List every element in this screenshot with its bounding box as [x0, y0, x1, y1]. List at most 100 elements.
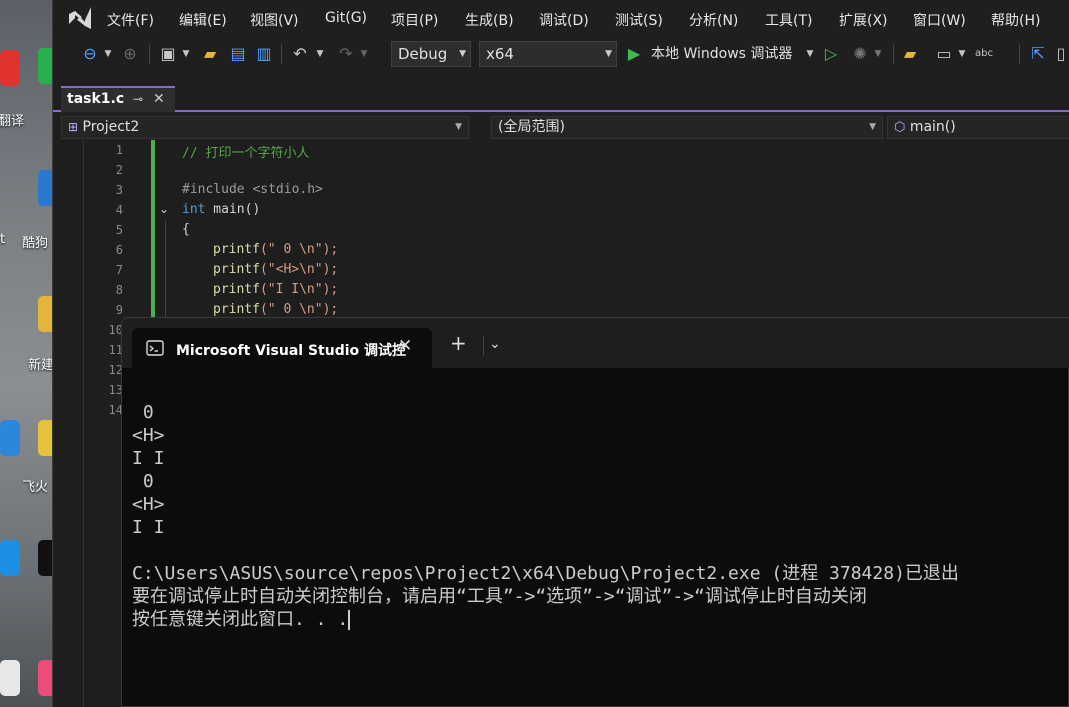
console-line: 0 — [132, 471, 154, 492]
line-number: 10 — [108, 323, 123, 337]
app-icon[interactable] — [0, 660, 20, 696]
chevron-down-icon: ▼ — [605, 49, 612, 59]
terminal-icon — [146, 340, 164, 356]
navigation-bar: ⊞ Project2 ▼ (全局范围) ▼ ⬡ main() — [61, 116, 1069, 140]
debug-console-window: Microsoft Visual Studio 调试控 ✕ + ⌄ 0 <H> … — [121, 317, 1069, 707]
menu-window[interactable]: 窗口(W) — [913, 10, 966, 30]
configuration-select[interactable]: Debug ▼ — [391, 41, 471, 67]
hot-reload-icon[interactable]: ✺ — [849, 43, 871, 65]
save-all-icon[interactable]: ▥ — [253, 43, 275, 65]
start-debugging-icon[interactable]: ▶ — [625, 43, 643, 65]
menu-analyze[interactable]: 分析(N) — [689, 10, 738, 30]
line-number: 1 — [115, 143, 123, 157]
more-icon[interactable]: ▯ — [1053, 43, 1069, 65]
line-number: 12 — [108, 363, 123, 377]
code-line-printf: printf(" 0 \n"); — [213, 242, 338, 257]
console-line: 0 — [132, 402, 154, 423]
menu-git[interactable]: Git(G) — [325, 10, 367, 26]
console-title: Microsoft Visual Studio 调试控 — [176, 343, 407, 359]
desktop-strip: 翻译 t 酷狗 新建 飞火 — [0, 0, 58, 707]
undo-icon[interactable]: ↶ — [289, 43, 311, 65]
line-number: 5 — [115, 223, 123, 237]
menu-debug[interactable]: 调试(D) — [539, 10, 589, 30]
chevron-down-icon[interactable]: ▼ — [359, 43, 369, 65]
new-tab-icon[interactable]: + — [450, 333, 467, 353]
toolbar: ⊖ ▼ ⊕ ▣ ▼ ▰ ▤ ▥ ↶ ▼ ↷ ▼ Debug ▼ x64 ▼ ▶ … — [53, 38, 1069, 70]
app-icon[interactable] — [0, 50, 20, 86]
folder-search-icon[interactable]: ▰ — [899, 43, 921, 65]
spell-check-icon[interactable]: abc — [973, 43, 995, 65]
back-icon[interactable]: ⊖ — [79, 43, 101, 65]
line-number: 13 — [108, 383, 123, 397]
close-icon[interactable]: ✕ — [398, 336, 412, 356]
pin-icon[interactable]: ⊸ — [133, 88, 143, 110]
chevron-down-icon[interactable]: ▼ — [873, 43, 883, 65]
menu-help[interactable]: 帮助(H) — [991, 10, 1040, 30]
code-line-printf: printf("I I\n"); — [213, 282, 338, 297]
open-folder-icon[interactable]: ▰ — [199, 43, 221, 65]
pointer-icon[interactable]: ⇱ — [1027, 43, 1049, 65]
app-icon[interactable] — [0, 540, 20, 576]
chevron-down-icon[interactable]: ▼ — [957, 43, 967, 65]
member-dropdown[interactable]: ⬡ main() — [887, 116, 1069, 139]
document-tab-strip: task1.c ⊸ ✕ — [53, 86, 1069, 112]
toolbar-separator — [281, 44, 282, 64]
chevron-down-icon[interactable]: ▼ — [103, 43, 113, 65]
code-function: printf — [213, 262, 260, 277]
code-string: ("<H>\n"); — [259, 262, 339, 277]
menu-test[interactable]: 测试(S) — [615, 10, 663, 30]
save-icon[interactable]: ▤ — [227, 43, 249, 65]
console-output[interactable]: 0 <H> I I 0 <H> I I C:\Users\ASUS\source… — [132, 378, 959, 631]
platform-value: x64 — [486, 45, 514, 63]
menu-project[interactable]: 项目(P) — [391, 10, 438, 30]
console-line: <H> — [132, 425, 165, 446]
chevron-down-icon[interactable]: ▼ — [805, 43, 815, 65]
start-debugging-button[interactable]: 本地 Windows 调试器 — [651, 43, 807, 65]
project-icon: ⊞ — [68, 120, 79, 134]
line-number: 4 — [115, 203, 123, 217]
chevron-down-icon: ▼ — [459, 49, 466, 59]
menu-build[interactable]: 生成(B) — [465, 10, 514, 30]
code-comment: // 打印一个字符小人 — [182, 146, 310, 161]
platform-select[interactable]: x64 ▼ — [479, 41, 617, 67]
line-number: 9 — [115, 303, 123, 317]
console-line: <H> — [132, 494, 165, 515]
console-tab[interactable]: Microsoft Visual Studio 调试控 ✕ — [132, 328, 432, 368]
console-tab-bar: Microsoft Visual Studio 调试控 ✕ + ⌄ — [122, 318, 1069, 368]
menu-view[interactable]: 视图(V) — [250, 10, 299, 30]
code-line-printf: printf("<H>\n"); — [213, 262, 338, 277]
start-without-debugging-icon[interactable]: ▷ — [821, 43, 841, 65]
member-value: main() — [909, 119, 956, 135]
layout-icon[interactable]: ▭ — [933, 43, 955, 65]
menu-file[interactable]: 文件(F) — [107, 10, 154, 30]
line-number: 11 — [108, 343, 123, 357]
toolbar-separator — [1019, 44, 1020, 64]
chevron-down-icon[interactable]: ▼ — [181, 43, 191, 65]
desktop-label: 酷狗 — [22, 236, 49, 251]
forward-icon[interactable]: ⊕ — [119, 43, 141, 65]
collapse-chevron-icon[interactable]: ⌄ — [159, 202, 169, 216]
close-icon[interactable]: ✕ — [153, 88, 165, 110]
menu-tools[interactable]: 工具(T) — [765, 10, 812, 30]
code-text: main() — [205, 202, 261, 217]
tab-task1-c[interactable]: task1.c ⊸ ✕ — [61, 86, 175, 112]
scope-dropdown[interactable]: (全局范围) ▼ — [491, 116, 883, 139]
console-line: I I — [132, 448, 165, 469]
scope-value: (全局范围) — [498, 119, 565, 135]
menu-extensions[interactable]: 扩展(X) — [839, 10, 888, 30]
text-cursor — [348, 610, 351, 630]
redo-icon[interactable]: ↷ — [335, 43, 357, 65]
code-line-main: int main() — [182, 202, 260, 217]
line-number: 7 — [115, 263, 123, 277]
chevron-down-icon[interactable]: ⌄ — [489, 336, 501, 352]
new-project-icon[interactable]: ▣ — [157, 43, 179, 65]
menu-edit[interactable]: 编辑(E) — [179, 10, 227, 30]
tab-label: task1.c — [67, 91, 125, 107]
console-line: 要在调试停止时自动关闭控制台，请启用“工具”->“选项”->“调试”->“调试停… — [132, 586, 867, 607]
line-number: 8 — [115, 283, 123, 297]
app-icon[interactable] — [0, 420, 20, 456]
line-number: 14 — [108, 403, 123, 417]
project-dropdown[interactable]: ⊞ Project2 ▼ — [61, 116, 469, 139]
console-line: I I — [132, 517, 165, 538]
chevron-down-icon[interactable]: ▼ — [315, 43, 325, 65]
